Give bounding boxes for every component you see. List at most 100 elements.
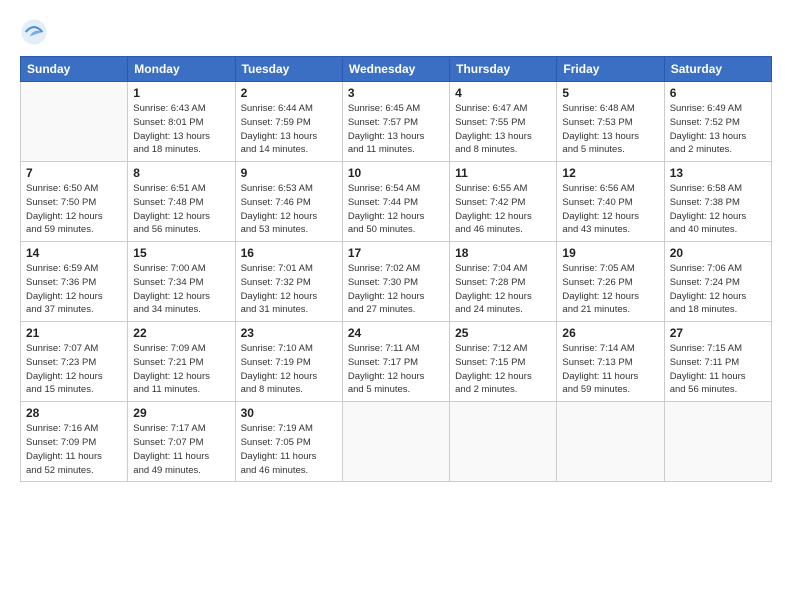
day-detail: Sunrise: 6:54 AMSunset: 7:44 PMDaylight:… [348, 182, 444, 237]
calendar-cell: 12 Sunrise: 6:56 AMSunset: 7:40 PMDayligh… [557, 162, 664, 242]
day-number: 27 [670, 326, 766, 340]
calendar-cell: 23 Sunrise: 7:10 AMSunset: 7:19 PMDayligh… [235, 322, 342, 402]
day-number: 8 [133, 166, 229, 180]
day-detail: Sunrise: 6:43 AMSunset: 8:01 PMDaylight:… [133, 102, 229, 157]
day-number: 11 [455, 166, 551, 180]
day-detail: Sunrise: 7:06 AMSunset: 7:24 PMDaylight:… [670, 262, 766, 317]
calendar-header-wednesday: Wednesday [342, 57, 449, 82]
day-detail: Sunrise: 6:49 AMSunset: 7:52 PMDaylight:… [670, 102, 766, 157]
day-number: 10 [348, 166, 444, 180]
day-detail: Sunrise: 6:47 AMSunset: 7:55 PMDaylight:… [455, 102, 551, 157]
day-number: 12 [562, 166, 658, 180]
calendar-cell: 30 Sunrise: 7:19 AMSunset: 7:05 PMDayligh… [235, 402, 342, 482]
calendar-cell [557, 402, 664, 482]
day-detail: Sunrise: 6:50 AMSunset: 7:50 PMDaylight:… [26, 182, 122, 237]
calendar-cell: 22Sunrise: 7:09 AMSunset: 7:21 PMDayligh… [128, 322, 235, 402]
calendar-cell: 14 Sunrise: 6:59 AMSunset: 7:36 PMDayligh… [21, 242, 128, 322]
calendar-cell: 25 Sunrise: 7:12 AMSunset: 7:15 PMDayligh… [450, 322, 557, 402]
calendar-cell: 11Sunrise: 6:55 AMSunset: 7:42 PMDayligh… [450, 162, 557, 242]
calendar: SundayMondayTuesdayWednesdayThursdayFrid… [20, 56, 772, 482]
calendar-week-2: 7Sunrise: 6:50 AMSunset: 7:50 PMDaylight… [21, 162, 772, 242]
day-number: 17 [348, 246, 444, 260]
day-detail: Sunrise: 7:16 AMSunset: 7:09 PMDaylight:… [26, 422, 122, 477]
calendar-cell: 17 Sunrise: 7:02 AMSunset: 7:30 PMDayligh… [342, 242, 449, 322]
day-detail: Sunrise: 6:59 AMSunset: 7:36 PMDaylight:… [26, 262, 122, 317]
day-number: 21 [26, 326, 122, 340]
day-number: 16 [241, 246, 337, 260]
calendar-cell: 1 Sunrise: 6:43 AMSunset: 8:01 PMDaylight… [128, 82, 235, 162]
day-number: 1 [133, 86, 229, 100]
calendar-header-sunday: Sunday [21, 57, 128, 82]
calendar-cell: 18 Sunrise: 7:04 AMSunset: 7:28 PMDayligh… [450, 242, 557, 322]
calendar-cell [342, 402, 449, 482]
day-number: 3 [348, 86, 444, 100]
calendar-cell: 29 Sunrise: 7:17 AMSunset: 7:07 PMDayligh… [128, 402, 235, 482]
calendar-cell: 6 Sunrise: 6:49 AMSunset: 7:52 PMDaylight… [664, 82, 771, 162]
calendar-cell: 5 Sunrise: 6:48 AMSunset: 7:53 PMDaylight… [557, 82, 664, 162]
day-number: 24 [348, 326, 444, 340]
calendar-header-thursday: Thursday [450, 57, 557, 82]
calendar-cell: 20 Sunrise: 7:06 AMSunset: 7:24 PMDayligh… [664, 242, 771, 322]
calendar-cell: 27 Sunrise: 7:15 AMSunset: 7:11 PMDayligh… [664, 322, 771, 402]
day-number: 18 [455, 246, 551, 260]
day-number: 22 [133, 326, 229, 340]
day-number: 9 [241, 166, 337, 180]
calendar-cell: 16 Sunrise: 7:01 AMSunset: 7:32 PMDayligh… [235, 242, 342, 322]
day-detail: Sunrise: 7:15 AMSunset: 7:11 PMDaylight:… [670, 342, 766, 397]
day-number: 4 [455, 86, 551, 100]
day-number: 13 [670, 166, 766, 180]
calendar-week-1: 1 Sunrise: 6:43 AMSunset: 8:01 PMDaylight… [21, 82, 772, 162]
day-detail: Sunrise: 7:07 AMSunset: 7:23 PMDaylight:… [26, 342, 122, 397]
day-detail: Sunrise: 6:56 AMSunset: 7:40 PMDaylight:… [562, 182, 658, 237]
day-number: 30 [241, 406, 337, 420]
day-number: 23 [241, 326, 337, 340]
day-number: 6 [670, 86, 766, 100]
calendar-header-saturday: Saturday [664, 57, 771, 82]
calendar-cell: 19Sunrise: 7:05 AMSunset: 7:26 PMDayligh… [557, 242, 664, 322]
calendar-cell: 10 Sunrise: 6:54 AMSunset: 7:44 PMDayligh… [342, 162, 449, 242]
day-number: 2 [241, 86, 337, 100]
day-detail: Sunrise: 7:05 AMSunset: 7:26 PMDaylight:… [562, 262, 658, 317]
page-header [20, 18, 772, 46]
day-detail: Sunrise: 6:58 AMSunset: 7:38 PMDaylight:… [670, 182, 766, 237]
calendar-cell: 21 Sunrise: 7:07 AMSunset: 7:23 PMDayligh… [21, 322, 128, 402]
day-detail: Sunrise: 6:45 AMSunset: 7:57 PMDaylight:… [348, 102, 444, 157]
day-number: 29 [133, 406, 229, 420]
calendar-cell: 28 Sunrise: 7:16 AMSunset: 7:09 PMDayligh… [21, 402, 128, 482]
day-detail: Sunrise: 7:01 AMSunset: 7:32 PMDaylight:… [241, 262, 337, 317]
day-detail: Sunrise: 7:04 AMSunset: 7:28 PMDaylight:… [455, 262, 551, 317]
calendar-header-monday: Monday [128, 57, 235, 82]
day-detail: Sunrise: 6:44 AMSunset: 7:59 PMDaylight:… [241, 102, 337, 157]
calendar-week-3: 14 Sunrise: 6:59 AMSunset: 7:36 PMDayligh… [21, 242, 772, 322]
logo-icon [20, 18, 48, 46]
day-number: 25 [455, 326, 551, 340]
calendar-cell: 3 Sunrise: 6:45 AMSunset: 7:57 PMDaylight… [342, 82, 449, 162]
calendar-header-row: SundayMondayTuesdayWednesdayThursdayFrid… [21, 57, 772, 82]
day-number: 20 [670, 246, 766, 260]
day-number: 15 [133, 246, 229, 260]
day-detail: Sunrise: 6:51 AMSunset: 7:48 PMDaylight:… [133, 182, 229, 237]
calendar-header-tuesday: Tuesday [235, 57, 342, 82]
day-detail: Sunrise: 7:12 AMSunset: 7:15 PMDaylight:… [455, 342, 551, 397]
calendar-cell: 7Sunrise: 6:50 AMSunset: 7:50 PMDaylight… [21, 162, 128, 242]
day-number: 26 [562, 326, 658, 340]
calendar-week-5: 28 Sunrise: 7:16 AMSunset: 7:09 PMDayligh… [21, 402, 772, 482]
day-detail: Sunrise: 7:10 AMSunset: 7:19 PMDaylight:… [241, 342, 337, 397]
calendar-week-4: 21 Sunrise: 7:07 AMSunset: 7:23 PMDayligh… [21, 322, 772, 402]
calendar-cell [21, 82, 128, 162]
calendar-cell: 9Sunrise: 6:53 AMSunset: 7:46 PMDaylight… [235, 162, 342, 242]
calendar-cell: 4 Sunrise: 6:47 AMSunset: 7:55 PMDaylight… [450, 82, 557, 162]
day-number: 14 [26, 246, 122, 260]
day-detail: Sunrise: 7:17 AMSunset: 7:07 PMDaylight:… [133, 422, 229, 477]
logo [20, 18, 51, 46]
day-detail: Sunrise: 7:02 AMSunset: 7:30 PMDaylight:… [348, 262, 444, 317]
day-number: 28 [26, 406, 122, 420]
day-detail: Sunrise: 6:48 AMSunset: 7:53 PMDaylight:… [562, 102, 658, 157]
calendar-cell: 13 Sunrise: 6:58 AMSunset: 7:38 PMDayligh… [664, 162, 771, 242]
calendar-header-friday: Friday [557, 57, 664, 82]
calendar-cell [450, 402, 557, 482]
calendar-cell: 2 Sunrise: 6:44 AMSunset: 7:59 PMDaylight… [235, 82, 342, 162]
calendar-cell: 24Sunrise: 7:11 AMSunset: 7:17 PMDayligh… [342, 322, 449, 402]
day-number: 5 [562, 86, 658, 100]
day-detail: Sunrise: 7:19 AMSunset: 7:05 PMDaylight:… [241, 422, 337, 477]
